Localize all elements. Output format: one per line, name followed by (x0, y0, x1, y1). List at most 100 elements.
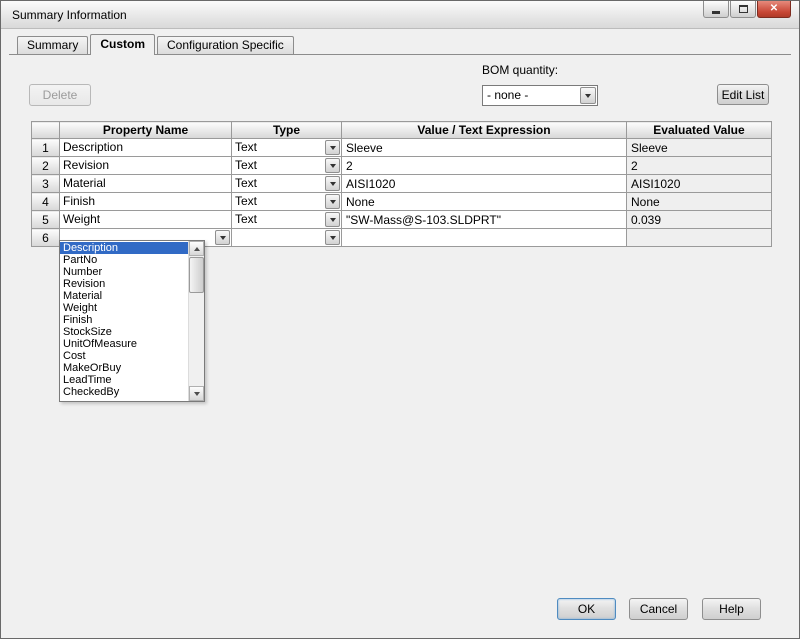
column-header-property-name: Property Name (60, 122, 232, 139)
property-list-item[interactable]: Description (60, 242, 188, 254)
help-button[interactable]: Help (702, 598, 761, 620)
tab-summary[interactable]: Summary (17, 36, 88, 54)
chevron-down-icon (330, 218, 336, 222)
evaluated-value-cell: Sleeve (627, 139, 772, 157)
table-row: 4FinishText NoneNone (32, 193, 772, 211)
tab-custom[interactable]: Custom (90, 34, 155, 55)
window-title: Summary Information (12, 8, 127, 22)
ok-button[interactable]: OK (557, 598, 616, 620)
property-name-text: Weight (60, 211, 231, 228)
value-expression-cell[interactable] (342, 229, 627, 247)
property-name-cell[interactable]: Weight (60, 211, 232, 229)
property-name-text: Description (60, 139, 231, 156)
chevron-down-icon (330, 236, 336, 240)
maximize-button[interactable] (730, 1, 756, 18)
property-name-dropdown-list: DescriptionPartNoNumberRevisionMaterialW… (59, 240, 205, 402)
bom-quantity-select[interactable]: - none - (482, 85, 598, 106)
property-list-item[interactable]: Cost (60, 350, 188, 362)
scrollbar-track[interactable] (189, 256, 204, 386)
type-cell[interactable]: Text (232, 175, 342, 193)
type-cell[interactable] (232, 229, 342, 247)
type-text (232, 229, 324, 246)
close-icon: ✕ (770, 4, 778, 14)
summary-information-dialog: Summary Information ✕ Summary Custom Con… (0, 0, 800, 639)
type-text: Text (232, 139, 324, 156)
type-dropdown-button[interactable] (325, 230, 340, 245)
property-list-item[interactable]: StockSize (60, 326, 188, 338)
chevron-down-icon (330, 164, 336, 168)
property-name-cell[interactable]: Revision (60, 157, 232, 175)
chevron-down-icon (194, 392, 200, 396)
property-list-item[interactable]: MakeOrBuy (60, 362, 188, 374)
close-button[interactable]: ✕ (757, 1, 791, 18)
property-name-text: Revision (60, 157, 231, 174)
property-list-item[interactable]: Material (60, 290, 188, 302)
property-list-item[interactable]: Finish (60, 314, 188, 326)
evaluated-value-cell: AISI1020 (627, 175, 772, 193)
type-text: Text (232, 175, 324, 192)
scrollbar-thumb[interactable] (189, 257, 204, 293)
table-row: 3MaterialText AISI1020AISI1020 (32, 175, 772, 193)
property-list-item[interactable]: UnitOfMeasure (60, 338, 188, 350)
value-expression-cell[interactable]: AISI1020 (342, 175, 627, 193)
evaluated-value-cell: 2 (627, 157, 772, 175)
row-number[interactable]: 5 (32, 211, 60, 229)
value-expression-cell[interactable]: "SW-Mass@S-103.SLDPRT" (342, 211, 627, 229)
scroll-up-button[interactable] (189, 241, 204, 256)
property-list-item[interactable]: Number (60, 266, 188, 278)
chevron-up-icon (194, 247, 200, 251)
property-list-item[interactable]: PartNo (60, 254, 188, 266)
value-expression-cell[interactable]: None (342, 193, 627, 211)
delete-button[interactable]: Delete (29, 84, 91, 106)
value-expression-cell[interactable]: 2 (342, 157, 627, 175)
table-header-row: Property Name Type Value / Text Expressi… (32, 122, 772, 139)
property-name-text: Finish (60, 193, 231, 210)
type-text: Text (232, 193, 324, 210)
minimize-button[interactable] (703, 1, 729, 18)
property-list-item[interactable]: Weight (60, 302, 188, 314)
tab-configuration-specific[interactable]: Configuration Specific (157, 36, 294, 54)
window-controls: ✕ (702, 1, 791, 18)
scrollbar[interactable] (188, 241, 204, 401)
titlebar[interactable]: Summary Information ✕ (1, 1, 799, 29)
type-dropdown-button[interactable] (325, 176, 340, 191)
property-name-cell[interactable]: Description (60, 139, 232, 157)
property-name-text: Material (60, 175, 231, 192)
maximize-icon (739, 5, 748, 13)
property-name-cell[interactable]: Finish (60, 193, 232, 211)
corner-header (32, 122, 60, 139)
scroll-down-button[interactable] (189, 386, 204, 401)
property-list-item[interactable]: LeadTime (60, 374, 188, 386)
row-number[interactable]: 4 (32, 193, 60, 211)
property-list-item[interactable]: CheckedBy (60, 386, 188, 398)
type-dropdown-button[interactable] (325, 158, 340, 173)
evaluated-value-cell: 0.039 (627, 211, 772, 229)
chevron-down-icon (220, 236, 226, 240)
edit-list-button[interactable]: Edit List (717, 84, 769, 105)
chevron-down-icon (330, 200, 336, 204)
type-cell[interactable]: Text (232, 139, 342, 157)
properties-table: Property Name Type Value / Text Expressi… (31, 121, 772, 247)
type-cell[interactable]: Text (232, 157, 342, 175)
type-cell[interactable]: Text (232, 193, 342, 211)
chevron-down-icon (585, 94, 591, 98)
type-dropdown-button[interactable] (325, 212, 340, 227)
type-dropdown-button[interactable] (325, 194, 340, 209)
row-number[interactable]: 3 (32, 175, 60, 193)
value-expression-cell[interactable]: Sleeve (342, 139, 627, 157)
property-name-cell[interactable]: Material (60, 175, 232, 193)
type-cell[interactable]: Text (232, 211, 342, 229)
tab-strip: Summary Custom Configuration Specific (17, 33, 296, 55)
row-number[interactable]: 6 (32, 229, 60, 247)
property-list-items: DescriptionPartNoNumberRevisionMaterialW… (60, 241, 188, 401)
property-list-item[interactable]: Revision (60, 278, 188, 290)
property-name-dropdown-button[interactable] (215, 230, 230, 245)
type-dropdown-button[interactable] (325, 140, 340, 155)
row-number[interactable]: 1 (32, 139, 60, 157)
row-number[interactable]: 2 (32, 157, 60, 175)
bom-quantity-dropdown-button[interactable] (580, 87, 596, 104)
cancel-button[interactable]: Cancel (629, 598, 688, 620)
table-row: 2RevisionText22 (32, 157, 772, 175)
chevron-down-icon (330, 182, 336, 186)
evaluated-value-cell: None (627, 193, 772, 211)
